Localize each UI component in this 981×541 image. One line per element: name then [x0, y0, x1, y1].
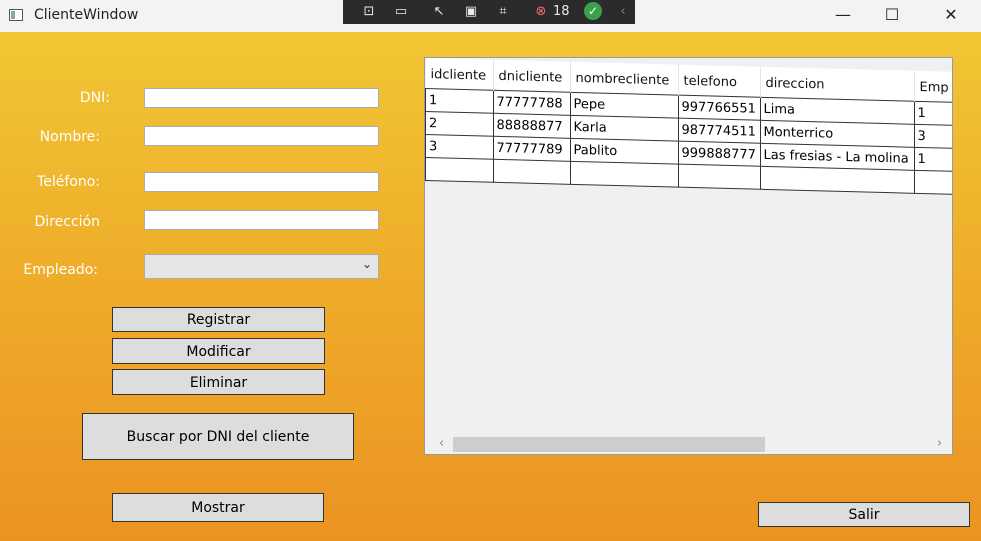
column-header-telefono[interactable]: telefono: [678, 64, 760, 98]
binding-errors-icon[interactable]: ⊗: [531, 3, 551, 21]
error-count: 18: [553, 4, 570, 19]
cell-telefono[interactable]: 997766551: [678, 95, 760, 121]
cell-nombrecliente[interactable]: Pablito: [570, 138, 678, 165]
scrollbar-thumb[interactable]: [453, 437, 765, 452]
cell-idcliente[interactable]: 2: [425, 111, 493, 137]
empleado-label: Empleado:: [23, 262, 98, 278]
cell-telefono[interactable]: [678, 164, 760, 190]
cell-dnicliente[interactable]: [493, 159, 570, 185]
cell-idcliente[interactable]: [425, 157, 493, 183]
clientes-table: idcliente dnicliente nombrecliente telef…: [425, 58, 952, 196]
mostrar-button[interactable]: Mostrar: [112, 493, 324, 522]
buscar-dni-button[interactable]: Buscar por DNI del cliente: [82, 413, 354, 460]
maximize-button[interactable]: ☐: [869, 0, 915, 32]
direccion-label: Dirección: [34, 214, 100, 230]
chevron-down-icon: ⌄: [361, 257, 372, 271]
clientes-datagrid[interactable]: idcliente dnicliente nombrecliente telef…: [424, 57, 953, 455]
registrar-button[interactable]: Registrar: [112, 307, 325, 332]
cell-nombrecliente[interactable]: Karla: [570, 115, 678, 142]
telefono-input[interactable]: [144, 172, 379, 192]
column-header-empleado[interactable]: Emp: [914, 70, 952, 104]
xaml-debug-toolbar: ⊡ ▭ ↖ ▣ ⌗ ⊗ 18 ✓ ‹: [343, 0, 635, 24]
telefono-label: Teléfono:: [37, 174, 100, 190]
cell-idcliente[interactable]: 3: [425, 134, 493, 160]
column-header-idcliente[interactable]: idcliente: [425, 58, 493, 91]
column-header-direccion[interactable]: direccion: [760, 66, 914, 102]
scroll-right-icon[interactable]: ›: [937, 436, 942, 451]
nombre-input[interactable]: [144, 126, 379, 146]
cell-empleado[interactable]: 1: [914, 101, 952, 127]
select-element-icon[interactable]: ↖: [429, 3, 449, 21]
cell-telefono[interactable]: 999888777: [678, 141, 760, 167]
layout-adorner-icon[interactable]: ▣: [461, 3, 481, 21]
cell-idcliente[interactable]: 1: [425, 88, 493, 114]
cell-empleado[interactable]: 1: [914, 147, 952, 173]
dni-input[interactable]: [144, 88, 379, 108]
horizontal-scrollbar[interactable]: ‹ ›: [425, 434, 952, 454]
cell-nombrecliente[interactable]: Pepe: [570, 92, 678, 119]
scroll-left-icon[interactable]: ‹: [439, 436, 444, 451]
dni-label: DNI:: [79, 90, 110, 106]
nombre-label: Nombre:: [39, 129, 100, 145]
cell-nombrecliente[interactable]: [570, 161, 678, 188]
cell-dnicliente[interactable]: 77777788: [493, 90, 570, 116]
cell-empleado[interactable]: [914, 170, 952, 196]
track-focus-icon[interactable]: ⌗: [493, 3, 513, 21]
direccion-input[interactable]: [144, 210, 379, 230]
client-area: DNI: Nombre: Teléfono: Dirección Emplead…: [0, 32, 981, 541]
modificar-button[interactable]: Modificar: [112, 338, 325, 364]
column-header-nombrecliente[interactable]: nombrecliente: [570, 61, 678, 96]
cell-dnicliente[interactable]: 77777789: [493, 136, 570, 162]
minimize-button[interactable]: —: [820, 0, 866, 32]
eliminar-button[interactable]: Eliminar: [112, 369, 325, 395]
collapse-chevron-icon[interactable]: ‹: [613, 3, 633, 21]
cell-telefono[interactable]: 987774511: [678, 118, 760, 144]
column-header-dnicliente[interactable]: dnicliente: [493, 59, 570, 93]
app-window-icon: [9, 9, 23, 21]
video-icon[interactable]: ▭: [391, 3, 411, 21]
salir-button[interactable]: Salir: [758, 502, 970, 527]
empleado-combobox[interactable]: ⌄: [144, 254, 379, 279]
live-tree-icon[interactable]: ⊡: [359, 3, 379, 21]
close-button[interactable]: ✕: [928, 0, 974, 32]
cell-direccion[interactable]: [760, 166, 914, 194]
checkmark-icon[interactable]: ✓: [584, 2, 602, 20]
title-bar: ClienteWindow ⊡ ▭ ↖ ▣ ⌗ ⊗ 18 ✓ ‹ — ☐ ✕: [0, 0, 981, 32]
window-title: ClienteWindow: [34, 7, 139, 23]
cell-dnicliente[interactable]: 88888877: [493, 113, 570, 139]
cell-empleado[interactable]: 3: [914, 124, 952, 150]
